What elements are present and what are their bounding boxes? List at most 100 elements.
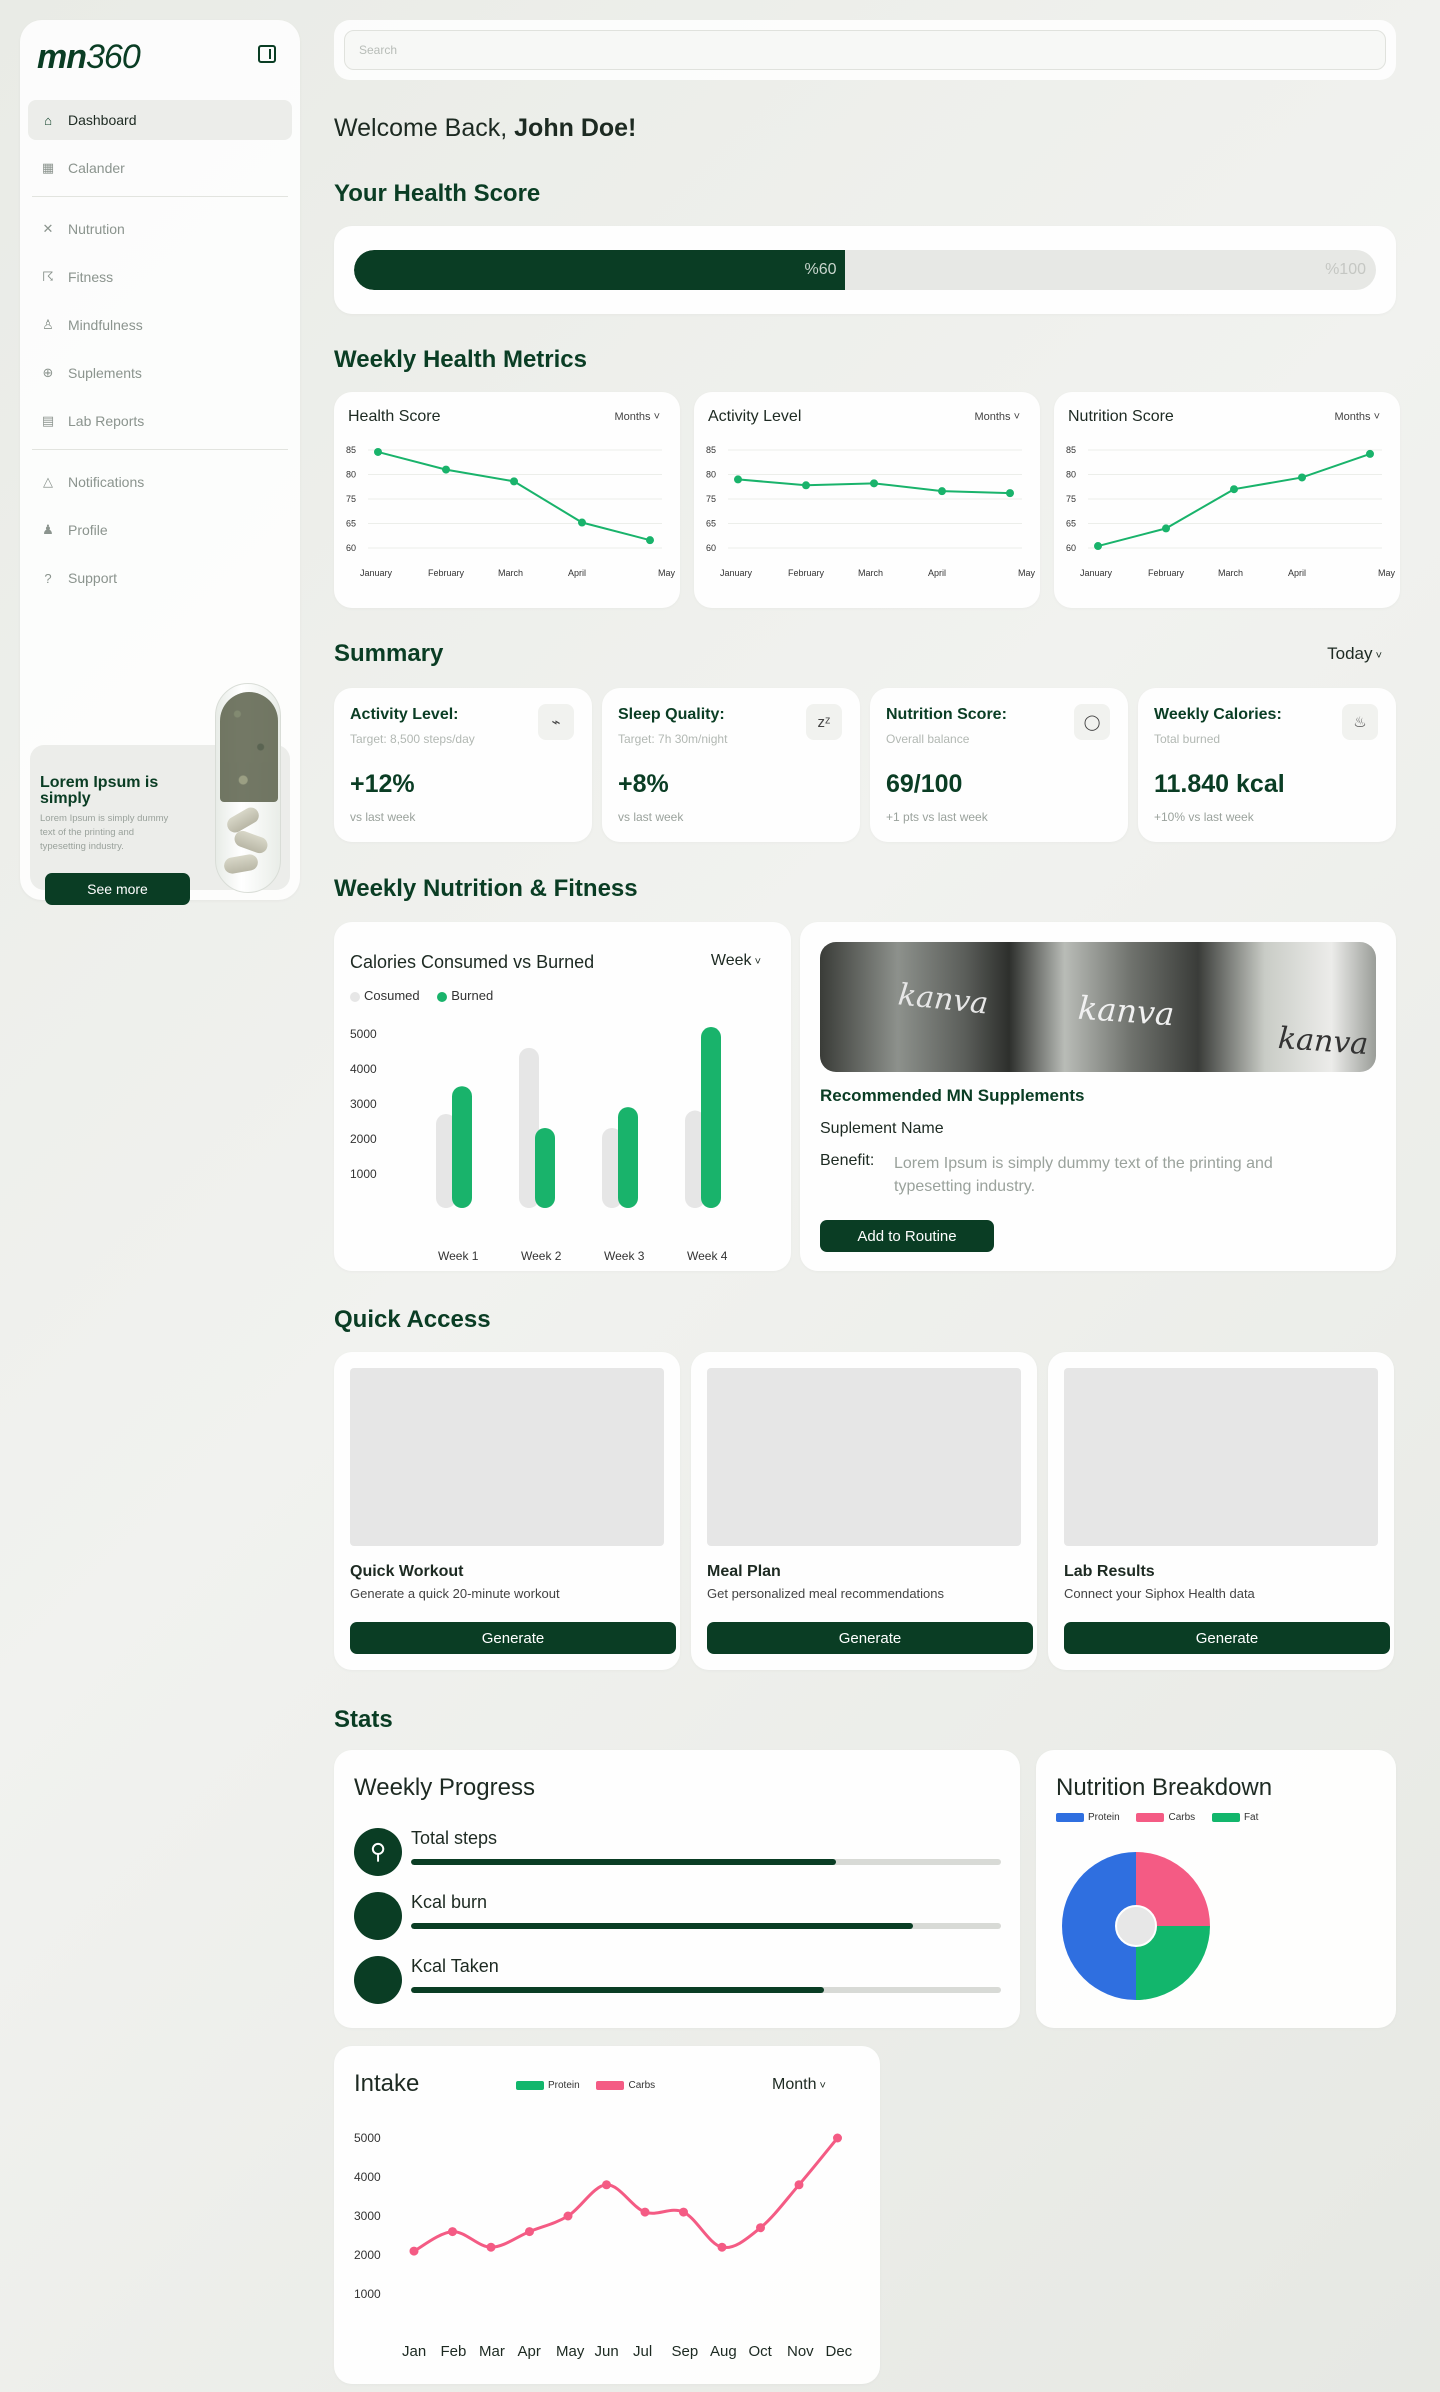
metric-point (1230, 485, 1238, 494)
intake-point (717, 2242, 727, 2252)
x-tick-label: January (720, 568, 753, 578)
metric-period-select[interactable]: Months (974, 411, 1020, 423)
y-tick-label: 4000 (350, 1062, 377, 1076)
summary-card-3: Weekly Calories: Total burned 11.840 kcal +… (1138, 688, 1396, 842)
placeholder-image (350, 1368, 664, 1546)
progress-track (411, 1859, 1001, 1865)
progress-track (411, 1987, 1001, 1993)
nutrition-breakdown-legend: Protein Carbs Fat (1056, 1812, 1272, 1823)
sidebar-item-support[interactable]: ? Support (28, 558, 292, 598)
home-icon: ⌂ (44, 112, 52, 128)
benefit-label: Benefit: (820, 1152, 875, 1169)
sidebar-item-nutrition[interactable]: ✕ Nutrution (28, 209, 292, 249)
health-score-heading: Your Health Score (334, 180, 541, 207)
intake-title: Intake (354, 2070, 420, 2097)
quick-access-title: Quick Workout (350, 1563, 464, 1580)
promo-card: Lorem Ipsum is simply Lorem Ipsum is sim… (30, 683, 290, 905)
generate-button[interactable]: Generate (1064, 1622, 1390, 1654)
metric-point (578, 518, 586, 527)
help-icon: ? (44, 570, 52, 586)
weekly-progress-title: Weekly Progress (354, 1774, 535, 1801)
intake-point (448, 2227, 457, 2237)
summary-card-title: Activity Level: (350, 706, 459, 723)
nutrition-pie-chart (1062, 1852, 1210, 2000)
bell-icon: △ (43, 474, 53, 489)
progress-track (411, 1923, 1001, 1929)
logo[interactable]: mn360 (37, 38, 141, 77)
summary-period-select[interactable]: Today (1327, 644, 1382, 664)
see-more-button[interactable]: See more (45, 873, 190, 905)
y-tick-label: 80 (706, 470, 716, 480)
nutrition-breakdown-card: Nutrition Breakdown Protein Carbs Fat (1036, 1750, 1396, 2028)
x-tick-label: Week 2 (521, 1249, 562, 1262)
add-to-routine-button[interactable]: Add to Routine (820, 1220, 994, 1252)
progress-fill (411, 1987, 824, 1993)
generate-button[interactable]: Generate (707, 1622, 1033, 1654)
calories-legend: Cosumed Burned (350, 988, 493, 1003)
health-score-value: %60 (804, 261, 837, 278)
sidebar-item-fitness[interactable]: ☈ Fitness (28, 257, 292, 297)
intake-point (486, 2242, 496, 2252)
pulse-icon: ⌁ (538, 704, 574, 740)
sidebar-item-label: Support (68, 570, 118, 586)
sidebar-item-dashboard[interactable]: ⌂ Dashboard (28, 100, 292, 140)
sleep-icon: zᶻ (806, 704, 842, 740)
x-tick-label: Nov (787, 2343, 814, 2360)
sidebar-item-calendar[interactable]: ▦ Calander (28, 148, 292, 188)
metric-point (1094, 542, 1102, 551)
metric-period-select[interactable]: Months (1334, 411, 1380, 423)
report-icon: ▤ (41, 413, 55, 428)
y-tick-label: 3000 (354, 2209, 381, 2223)
sidebar-nav-primary: ⌂ Dashboard ▦ Calander ✕ Nutrution ☈ Fitness… (28, 100, 292, 606)
sidebar-panel-icon[interactable] (258, 45, 276, 63)
calories-chart-title: Calories Consumed vs Burned (350, 952, 595, 972)
health-score-card: %60 %100 (334, 226, 1396, 314)
sidebar-item-notifications[interactable]: △ Notifications (28, 462, 292, 502)
summary-card-2: Nutrition Score: Overall balance 69/100 +1 … (870, 688, 1128, 842)
calories-chart-card: Calories Consumed vs Burned Week Cosumed… (334, 922, 791, 1271)
bottle-label: kanva (896, 977, 990, 1022)
x-tick-label: Dec (826, 2343, 853, 2360)
weekly-metrics-heading: Weekly Health Metrics (334, 346, 587, 373)
y-tick-label: 75 (346, 494, 356, 504)
summary-card-1: Sleep Quality: Target: 7h 30m/night +8% vs … (602, 688, 860, 842)
metric-line-chart: 85 80 75 65 60 January February March April May (706, 445, 1036, 578)
apple-icon: ◯ (1074, 704, 1110, 740)
sidebar-item-lab-reports[interactable]: ▤ Lab Reports (28, 401, 292, 441)
x-tick-label: May (658, 568, 676, 578)
intake-point (833, 2133, 842, 2143)
x-tick-label: March (1218, 568, 1243, 578)
nutrition-breakdown-title: Nutrition Breakdown (1056, 1774, 1273, 1801)
flame-icon (354, 1892, 402, 1940)
intake-period-select[interactable]: Month (772, 2076, 826, 2094)
legend-protein: Protein (516, 2080, 580, 2091)
benefit-text: Lorem Ipsum is simply dummy text of the … (894, 1155, 1273, 1195)
calories-period-select[interactable]: Week (711, 952, 761, 970)
x-tick-label: March (498, 568, 523, 578)
sidebar-item-profile[interactable]: ♟ Profile (28, 510, 292, 550)
user-icon: ♟ (42, 522, 54, 537)
y-tick-label: 2000 (354, 2248, 381, 2262)
placeholder-image (707, 1368, 1021, 1546)
search-input[interactable] (344, 30, 1386, 70)
supplement-image: kanva kanva kanva (820, 942, 1376, 1072)
generate-button[interactable]: Generate (350, 1622, 676, 1654)
sidebar-item-mindfulness[interactable]: ♙ Mindfulness (28, 305, 292, 345)
bar-burned (452, 1086, 472, 1208)
stats-heading: Stats (334, 1706, 393, 1733)
sidebar-item-suplements[interactable]: ⊕ Suplements (28, 353, 292, 393)
metric-point (442, 465, 450, 474)
summary-card-subtitle: Target: 8,500 steps/day (350, 732, 475, 746)
supplement-title: Recommended MN Supplements (820, 1086, 1085, 1105)
sidebar-divider (32, 449, 288, 450)
sidebar: mn360 ⌂ Dashboard ▦ Calander ✕ Nutrution ☈ F… (20, 20, 300, 905)
x-tick-label: February (1148, 568, 1185, 578)
intake-point (640, 2207, 650, 2217)
sidebar-item-label: Suplements (68, 365, 142, 381)
intake-card: Intake Protein Carbs Month 5000 4000 3000 2… (334, 2046, 880, 2384)
metric-title: Health Score (348, 408, 441, 425)
metric-period-select[interactable]: Months (614, 411, 660, 423)
y-tick-label: 60 (1066, 543, 1076, 553)
bottle-label: kanva (1276, 1020, 1370, 1063)
weekly-progress-card: Weekly Progress ⚲ Total steps Kcal burn Kca… (334, 1750, 1020, 2028)
